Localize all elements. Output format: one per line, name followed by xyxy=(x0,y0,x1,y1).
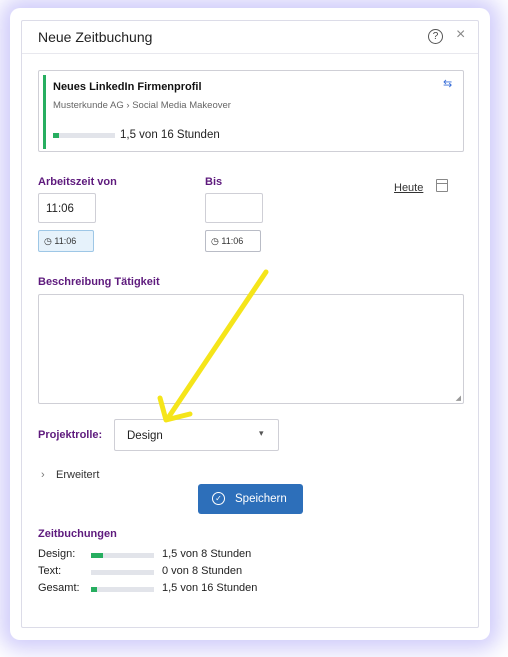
save-button[interactable]: ✓ Speichern xyxy=(198,484,303,514)
advanced-toggle[interactable]: Erweitert xyxy=(56,469,99,481)
from-now-label: 11:06 xyxy=(54,236,77,246)
from-label: Arbeitszeit von xyxy=(38,176,117,188)
project-progress-bar xyxy=(53,133,115,138)
resize-handle-icon[interactable]: ◢ xyxy=(456,394,461,402)
to-time-input[interactable] xyxy=(205,193,263,223)
today-link[interactable]: Heute xyxy=(394,182,423,194)
chevron-right-icon[interactable]: › xyxy=(41,469,45,481)
close-icon[interactable]: × xyxy=(456,26,465,44)
project-name: Neues LinkedIn Firmenprofil xyxy=(53,81,202,93)
save-button-label: Speichern xyxy=(235,493,287,505)
clock-icon: ◷ xyxy=(211,236,222,246)
dialog-header: Neue Zeitbuchung ? × xyxy=(22,21,478,54)
project-accent-bar xyxy=(43,75,46,149)
from-time-input[interactable]: 11:06 xyxy=(38,193,96,223)
calendar-icon[interactable] xyxy=(436,179,448,192)
booking-row-name: Text: xyxy=(38,565,62,577)
bookings-title: Zeitbuchungen xyxy=(38,528,117,540)
booking-row-bar xyxy=(91,553,154,558)
booking-row-bar xyxy=(91,570,154,575)
chevron-down-icon: ▾ xyxy=(259,428,264,438)
role-select[interactable]: Design ▾ xyxy=(114,419,279,451)
project-hours: 1,5 von 16 Stunden xyxy=(120,129,220,141)
role-selected-value: Design xyxy=(127,430,163,442)
booking-row-fill xyxy=(91,587,97,592)
to-label: Bis xyxy=(205,176,223,188)
from-now-button[interactable]: ◷ 11:06 xyxy=(38,230,94,252)
description-label: Beschreibung Tätigkeit xyxy=(38,276,160,288)
dialog-title: Neue Zeitbuchung xyxy=(38,29,153,45)
clock-icon: ◷ xyxy=(44,236,55,246)
project-card: Neues LinkedIn Firmenprofil Musterkunde … xyxy=(38,70,464,152)
description-textarea[interactable]: ◢ xyxy=(38,294,464,404)
swap-project-icon[interactable]: ⇆ xyxy=(443,77,452,90)
role-label: Projektrolle: xyxy=(38,429,103,441)
booking-row-hours: 1,5 von 8 Stunden xyxy=(162,548,252,560)
booking-row-fill xyxy=(91,553,103,558)
booking-row-name: Gesamt: xyxy=(38,582,80,594)
check-circle-icon: ✓ xyxy=(212,492,225,505)
booking-row-bar xyxy=(91,587,154,592)
to-now-label: 11:06 xyxy=(221,236,244,246)
booking-row-hours: 1,5 von 16 Stunden xyxy=(162,582,258,594)
to-now-button[interactable]: ◷ 11:06 xyxy=(205,230,261,252)
time-booking-dialog: Neue Zeitbuchung ? × Neues LinkedIn Firm… xyxy=(21,20,479,628)
project-breadcrumb: Musterkunde AG › Social Media Makeover xyxy=(53,100,231,111)
project-progress-fill xyxy=(53,133,59,138)
booking-row-name: Design: xyxy=(38,548,76,560)
help-icon[interactable]: ? xyxy=(428,29,443,44)
booking-row-hours: 0 von 8 Stunden xyxy=(162,565,243,577)
